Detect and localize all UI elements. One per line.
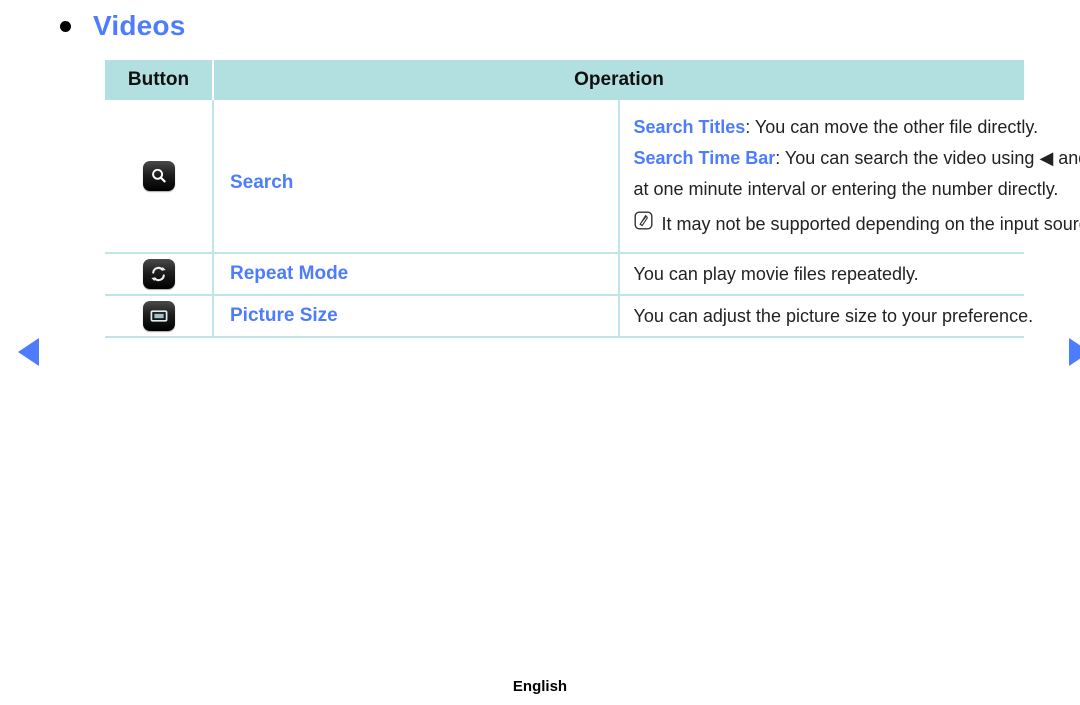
row-label: Repeat Mode [213, 253, 620, 296]
page-heading: Videos [60, 12, 186, 40]
row-button-icon-cell [105, 253, 214, 296]
row-label: Search [213, 100, 620, 254]
description-text: at one minute interval or entering the n… [633, 179, 1059, 199]
row-label: Picture Size [213, 295, 620, 338]
description-line: Search Time Bar: You can search the vide… [633, 143, 1080, 174]
bullet-dot-icon [60, 20, 71, 32]
description-line: Search Titles: You can move the other fi… [633, 112, 1039, 143]
description-line: at one minute interval or entering the n… [634, 174, 1059, 205]
table-header-row: Button Operation [105, 60, 1024, 100]
row-button-icon-cell [105, 100, 214, 254]
row-button-icon-cell [105, 295, 214, 338]
note-text: It may not be supported depending on the… [661, 214, 1080, 234]
triangle-right-icon[interactable] [1069, 338, 1080, 366]
column-header-operation: Operation [213, 60, 1024, 100]
description-line: You can play movie files repeatedly. [634, 259, 1025, 290]
row-description: You can play movie files repeatedly. [618, 253, 1025, 296]
description-line: You can adjust the picture size to your … [634, 301, 1034, 332]
key-term: Search Titles [633, 117, 746, 137]
triangle-left-icon[interactable] [18, 338, 39, 366]
description-text: You can play movie files repeatedly. [633, 263, 919, 284]
picture-size-icon[interactable] [142, 301, 175, 331]
button-operation-table: Button Operation Search Search Titles: Y… [105, 60, 1080, 338]
search-magnifier-icon[interactable] [142, 161, 175, 191]
samsung-note-icon [634, 209, 653, 240]
description-text: : You can move the other file directly. [745, 117, 1039, 137]
description-text: You can adjust the picture size to your … [633, 305, 1034, 326]
repeat-loop-icon[interactable] [142, 259, 175, 289]
footer-language: English [512, 678, 568, 695]
column-header-button: Button [105, 60, 214, 100]
row-description: You can adjust the picture size to your … [618, 295, 1034, 338]
table-row: Picture Size You can adjust the picture … [105, 295, 1034, 338]
description-text: : You can search the video using ◀ and ▶… [775, 148, 1080, 168]
table-row: Search Search Titles: You can move the o… [105, 100, 1080, 254]
row-description: Search Titles: You can move the other fi… [618, 100, 1080, 254]
note-line: It may not be supported depending on the… [634, 209, 1080, 240]
key-term: Search Time Bar [633, 148, 776, 168]
page-title: Videos [93, 10, 186, 41]
table-row: Repeat Mode You can play movie files rep… [105, 253, 1025, 296]
